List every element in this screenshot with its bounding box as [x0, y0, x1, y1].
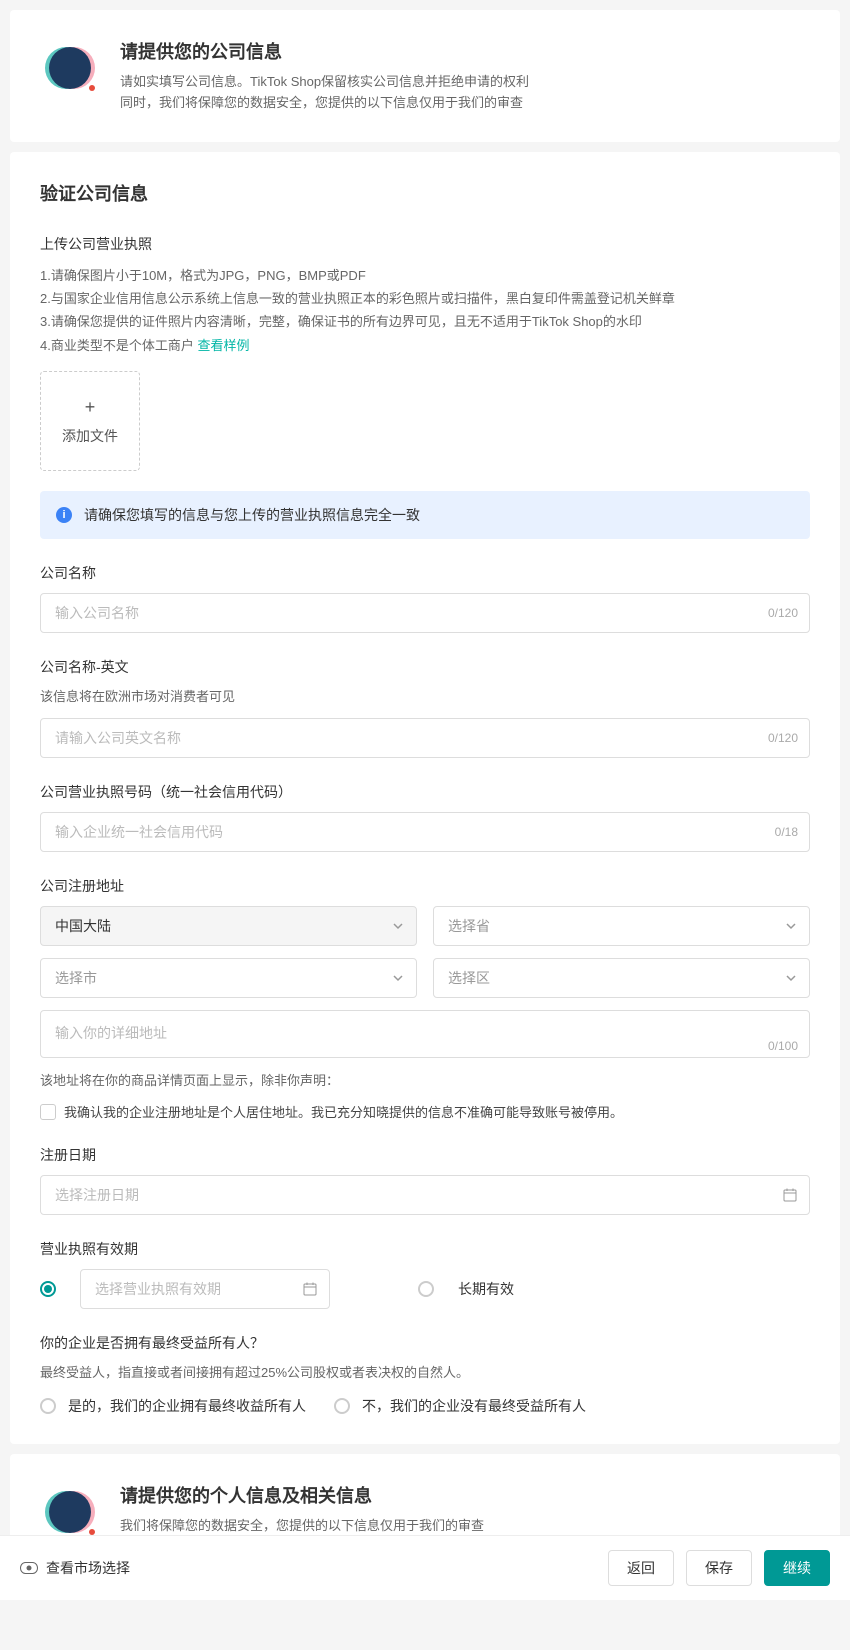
company-name-input[interactable] — [40, 593, 810, 633]
chevron-down-icon — [392, 920, 404, 932]
add-file-upload[interactable]: + 添加文件 — [40, 371, 140, 471]
validity-long-radio[interactable] — [418, 1281, 434, 1297]
province-placeholder: 选择省 — [448, 916, 490, 936]
company-en-counter: 0/120 — [768, 731, 798, 745]
header-subtitle-2: 同时，我们将保障您的数据安全，您提供的以下信息仅用于我们的审查 — [120, 93, 529, 114]
country-select[interactable]: 中国大陆 — [40, 906, 417, 946]
license-no-counter: 0/18 — [775, 825, 798, 839]
district-placeholder: 选择区 — [448, 968, 490, 988]
residential-address-checkbox[interactable] — [40, 1104, 56, 1120]
header-subtitle-1: 请如实填写公司信息。TikTok Shop保留核实公司信息并拒绝申请的权利 — [120, 72, 529, 93]
owner-yes-radio[interactable] — [40, 1398, 56, 1414]
view-example-link[interactable]: 查看样例 — [197, 338, 249, 353]
profile-illustration-icon — [40, 1482, 100, 1542]
city-select[interactable]: 选择市 — [40, 958, 417, 998]
chevron-down-icon — [785, 920, 797, 932]
company-name-label: 公司名称 — [40, 563, 810, 583]
profile-illustration-icon — [40, 38, 100, 98]
info-alert: i 请确保您填写的信息与您上传的营业执照信息完全一致 — [40, 491, 810, 539]
country-value: 中国大陆 — [55, 916, 111, 936]
instruction-2: 2.与国家企业信用信息公示系统上信息一致的营业执照正本的彩色照片或扫描件，黑白复… — [40, 287, 810, 310]
residential-address-label: 我确认我的企业注册地址是个人居住地址。我已充分知晓提供的信息不准确可能导致账号被… — [64, 1102, 623, 1121]
header2-title: 请提供您的个人信息及相关信息 — [120, 1482, 484, 1508]
alert-text: 请确保您填写的信息与您上传的营业执照信息完全一致 — [84, 505, 420, 525]
instruction-4: 4.商业类型不是个体工商户 查看样例 — [40, 334, 810, 357]
chevron-down-icon — [785, 972, 797, 984]
validity-date-placeholder: 选择营业执照有效期 — [95, 1279, 221, 1299]
owner-label: 你的企业是否拥有最终受益所有人？ — [40, 1333, 810, 1353]
company-info-header-card: 请提供您的公司信息 请如实填写公司信息。TikTok Shop保留核实公司信息并… — [10, 10, 840, 142]
info-icon: i — [56, 507, 72, 523]
upload-instructions: 1.请确保图片小于10M，格式为JPG，PNG，BMP或PDF 2.与国家企业信… — [40, 264, 810, 358]
validity-date-input[interactable]: 选择营业执照有效期 — [80, 1269, 330, 1309]
chevron-down-icon — [392, 972, 404, 984]
validity-long-label: 长期有效 — [458, 1279, 514, 1299]
company-en-sublabel: 该信息将在欧洲市场对消费者可见 — [40, 687, 810, 708]
detail-address-input[interactable] — [40, 1010, 810, 1058]
eye-icon — [20, 1562, 38, 1574]
address-label: 公司注册地址 — [40, 876, 810, 896]
upload-license-label: 上传公司营业执照 — [40, 234, 810, 254]
owner-yes-label: 是的，我们的企业拥有最终收益所有人 — [68, 1396, 306, 1416]
save-button[interactable]: 保存 — [686, 1550, 752, 1586]
header2-subtitle: 我们将保障您的数据安全，您提供的以下信息仅用于我们的审查 — [120, 1516, 484, 1537]
validity-label: 营业执照有效期 — [40, 1239, 810, 1259]
calendar-icon — [783, 1188, 797, 1202]
section-title: 验证公司信息 — [40, 180, 810, 206]
license-no-input[interactable] — [40, 812, 810, 852]
view-market-label: 查看市场选择 — [46, 1558, 130, 1578]
company-name-counter: 0/120 — [768, 606, 798, 620]
district-select[interactable]: 选择区 — [433, 958, 810, 998]
reg-date-placeholder: 选择注册日期 — [55, 1185, 139, 1205]
calendar-icon — [303, 1282, 317, 1296]
province-select[interactable]: 选择省 — [433, 906, 810, 946]
owner-no-label: 不，我们的企业没有最终受益所有人 — [362, 1396, 586, 1416]
license-no-label: 公司营业执照号码（统一社会信用代码） — [40, 782, 810, 802]
header-title: 请提供您的公司信息 — [120, 38, 529, 64]
validity-date-radio[interactable] — [40, 1281, 56, 1297]
instruction-3: 3.请确保您提供的证件照片内容清晰，完整，确保证书的所有边界可见，且无不适用于T… — [40, 310, 810, 333]
owner-sublabel: 最终受益人，指直接或者间接拥有超过25%公司股权或者表决权的自然人。 — [40, 1363, 810, 1384]
footer-bar: 查看市场选择 返回 保存 继续 — [0, 1535, 850, 1600]
add-file-label: 添加文件 — [62, 426, 118, 446]
reg-date-label: 注册日期 — [40, 1145, 810, 1165]
city-placeholder: 选择市 — [55, 968, 97, 988]
back-button[interactable]: 返回 — [608, 1550, 674, 1586]
owner-no-radio[interactable] — [334, 1398, 350, 1414]
reg-date-input[interactable]: 选择注册日期 — [40, 1175, 810, 1215]
company-en-label: 公司名称-英文 — [40, 657, 810, 677]
view-market-link[interactable]: 查看市场选择 — [20, 1558, 130, 1578]
continue-button[interactable]: 继续 — [764, 1550, 830, 1586]
detail-address-counter: 0/100 — [768, 1039, 798, 1053]
address-note: 该地址将在你的商品详情页面上显示，除非你声明： — [40, 1071, 810, 1092]
plus-icon: + — [85, 397, 96, 418]
company-en-input[interactable] — [40, 718, 810, 758]
instruction-1: 1.请确保图片小于10M，格式为JPG，PNG，BMP或PDF — [40, 264, 810, 287]
verify-company-card: 验证公司信息 上传公司营业执照 1.请确保图片小于10M，格式为JPG，PNG，… — [10, 152, 840, 1444]
